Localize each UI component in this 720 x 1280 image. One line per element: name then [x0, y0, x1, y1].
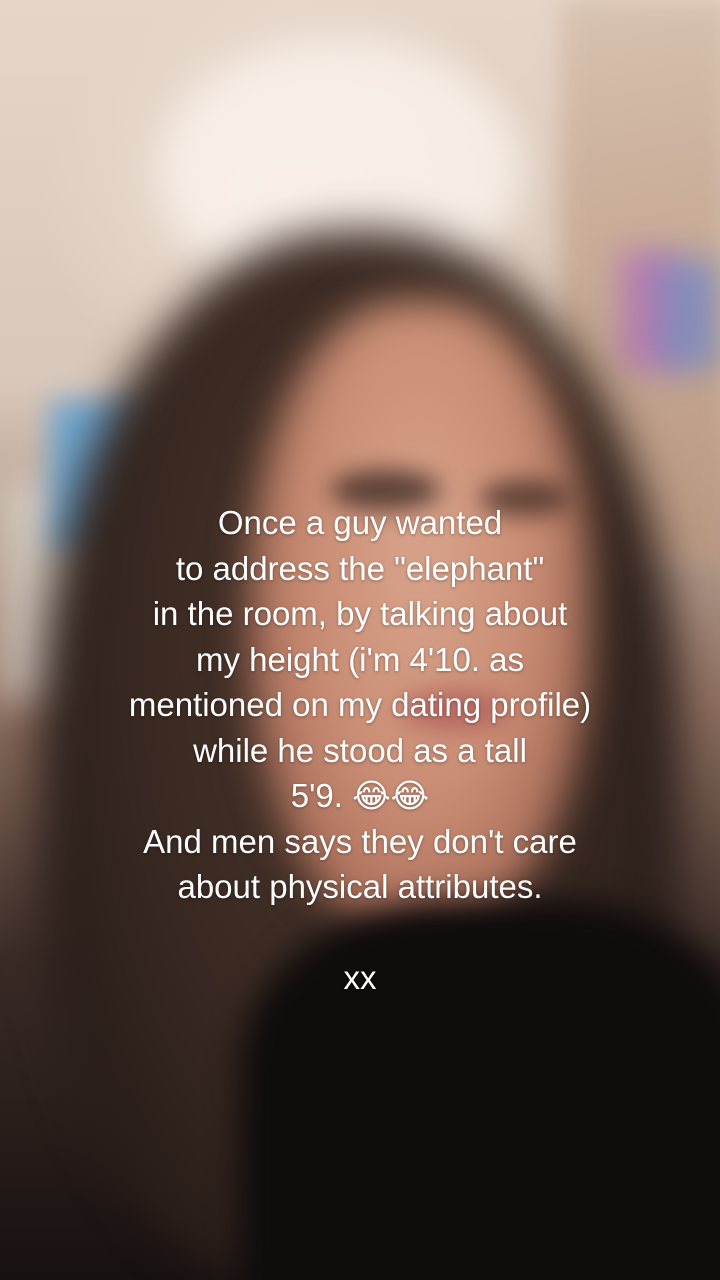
caption-line: to address the "elephant" — [175, 549, 545, 587]
caption-line: mentioned on my dating profile) — [128, 686, 592, 723]
caption-line: in the room, by talking about — [152, 595, 568, 632]
caption-line: while he stood as a tall — [193, 731, 527, 769]
video-frame[interactable]: Once a guy wanted to address the "elepha… — [0, 0, 720, 1280]
caption-sign-off: xx — [343, 959, 377, 996]
caption-line: Once a guy wanted — [217, 504, 503, 541]
shelf-item — [660, 260, 720, 370]
caption-line: about physical attributes. — [177, 868, 543, 905]
caption-text: Once a guy wanted to address the "elepha… — [60, 500, 660, 1001]
caption-line: And men says they don't care — [143, 822, 577, 860]
caption-line: my height (i'm 4'10. as — [195, 640, 525, 678]
caption-line: 5'9. 😂😂 — [290, 777, 430, 814]
